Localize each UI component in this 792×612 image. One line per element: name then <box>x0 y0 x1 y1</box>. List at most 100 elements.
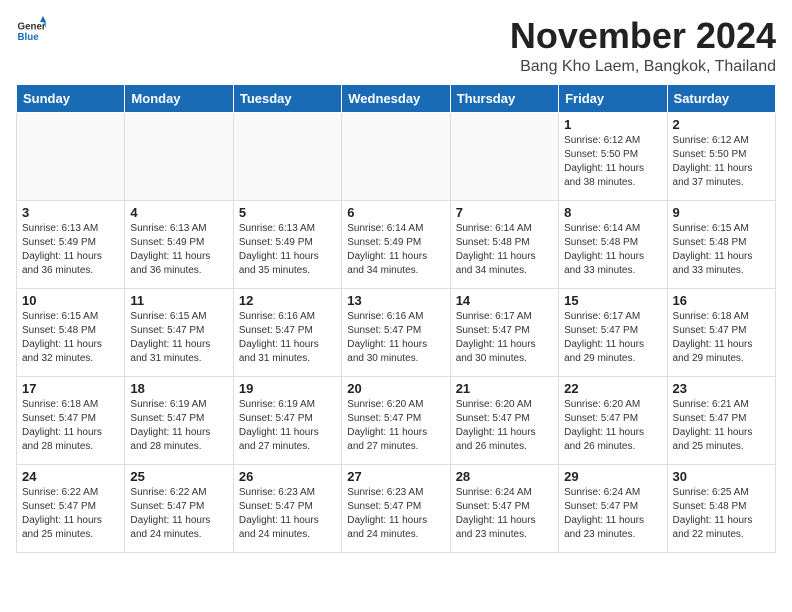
calendar-cell: 1 Sunrise: 6:12 AM Sunset: 5:50 PM Daylig… <box>559 112 667 200</box>
day-number: 27 <box>347 469 444 484</box>
calendar-week-row: 1 Sunrise: 6:12 AM Sunset: 5:50 PM Daylig… <box>17 112 776 200</box>
cell-info: Sunrise: 6:13 AM Sunset: 5:49 PM Dayligh… <box>130 222 227 278</box>
cell-info: Sunrise: 6:23 AM Sunset: 5:47 PM Dayligh… <box>239 486 336 542</box>
calendar-cell: 16 Sunrise: 6:18 AM Sunset: 5:47 PM Dayli… <box>667 288 775 376</box>
day-number: 21 <box>456 381 553 396</box>
day-of-week-header: Wednesday <box>342 84 450 112</box>
day-number: 6 <box>347 205 444 220</box>
calendar-header-row: SundayMondayTuesdayWednesdayThursdayFrid… <box>17 84 776 112</box>
day-number: 7 <box>456 205 553 220</box>
day-number: 20 <box>347 381 444 396</box>
calendar-cell: 4 Sunrise: 6:13 AM Sunset: 5:49 PM Daylig… <box>125 200 233 288</box>
calendar-cell: 8 Sunrise: 6:14 AM Sunset: 5:48 PM Daylig… <box>559 200 667 288</box>
cell-info: Sunrise: 6:18 AM Sunset: 5:47 PM Dayligh… <box>22 398 119 454</box>
calendar-cell <box>450 112 558 200</box>
calendar-cell <box>342 112 450 200</box>
svg-text:General: General <box>18 22 47 33</box>
cell-info: Sunrise: 6:16 AM Sunset: 5:47 PM Dayligh… <box>239 310 336 366</box>
day-number: 8 <box>564 205 661 220</box>
cell-info: Sunrise: 6:18 AM Sunset: 5:47 PM Dayligh… <box>673 310 770 366</box>
calendar-cell <box>17 112 125 200</box>
calendar-table: SundayMondayTuesdayWednesdayThursdayFrid… <box>16 84 776 553</box>
calendar-cell: 25 Sunrise: 6:22 AM Sunset: 5:47 PM Dayli… <box>125 464 233 552</box>
cell-info: Sunrise: 6:22 AM Sunset: 5:47 PM Dayligh… <box>130 486 227 542</box>
cell-info: Sunrise: 6:21 AM Sunset: 5:47 PM Dayligh… <box>673 398 770 454</box>
calendar-cell: 27 Sunrise: 6:23 AM Sunset: 5:47 PM Dayli… <box>342 464 450 552</box>
cell-info: Sunrise: 6:12 AM Sunset: 5:50 PM Dayligh… <box>564 134 661 190</box>
day-number: 23 <box>673 381 770 396</box>
day-number: 15 <box>564 293 661 308</box>
calendar-cell: 12 Sunrise: 6:16 AM Sunset: 5:47 PM Dayli… <box>233 288 341 376</box>
day-number: 16 <box>673 293 770 308</box>
cell-info: Sunrise: 6:19 AM Sunset: 5:47 PM Dayligh… <box>130 398 227 454</box>
cell-info: Sunrise: 6:19 AM Sunset: 5:47 PM Dayligh… <box>239 398 336 454</box>
cell-info: Sunrise: 6:17 AM Sunset: 5:47 PM Dayligh… <box>456 310 553 366</box>
calendar-cell: 15Sunrise: 6:17 AM Sunset: 5:47 PM Dayli… <box>559 288 667 376</box>
cell-info: Sunrise: 6:20 AM Sunset: 5:47 PM Dayligh… <box>564 398 661 454</box>
calendar-week-row: 10Sunrise: 6:15 AM Sunset: 5:48 PM Dayli… <box>17 288 776 376</box>
day-number: 25 <box>130 469 227 484</box>
day-of-week-header: Monday <box>125 84 233 112</box>
cell-info: Sunrise: 6:12 AM Sunset: 5:50 PM Dayligh… <box>673 134 770 190</box>
cell-info: Sunrise: 6:13 AM Sunset: 5:49 PM Dayligh… <box>239 222 336 278</box>
calendar-cell: 22 Sunrise: 6:20 AM Sunset: 5:47 PM Dayli… <box>559 376 667 464</box>
cell-info: Sunrise: 6:15 AM Sunset: 5:47 PM Dayligh… <box>130 310 227 366</box>
calendar-cell: 14 Sunrise: 6:17 AM Sunset: 5:47 PM Dayli… <box>450 288 558 376</box>
cell-info: Sunrise: 6:13 AM Sunset: 5:49 PM Dayligh… <box>22 222 119 278</box>
calendar-body: 1 Sunrise: 6:12 AM Sunset: 5:50 PM Daylig… <box>17 112 776 552</box>
cell-info: Sunrise: 6:20 AM Sunset: 5:47 PM Dayligh… <box>347 398 444 454</box>
day-number: 18 <box>130 381 227 396</box>
svg-text:Blue: Blue <box>18 32 40 43</box>
location-title: Bang Kho Laem, Bangkok, Thailand <box>510 58 776 76</box>
day-number: 11 <box>130 293 227 308</box>
cell-info: Sunrise: 6:14 AM Sunset: 5:49 PM Dayligh… <box>347 222 444 278</box>
title-area: November 2024 Bang Kho Laem, Bangkok, Th… <box>510 16 776 76</box>
day-number: 30 <box>673 469 770 484</box>
calendar-cell: 24 Sunrise: 6:22 AM Sunset: 5:47 PM Dayli… <box>17 464 125 552</box>
calendar-cell: 11 Sunrise: 6:15 AM Sunset: 5:47 PM Dayli… <box>125 288 233 376</box>
calendar-cell: 19 Sunrise: 6:19 AM Sunset: 5:47 PM Dayli… <box>233 376 341 464</box>
calendar-cell: 10Sunrise: 6:15 AM Sunset: 5:48 PM Dayli… <box>17 288 125 376</box>
cell-info: Sunrise: 6:15 AM Sunset: 5:48 PM Dayligh… <box>673 222 770 278</box>
day-number: 10 <box>22 293 119 308</box>
day-number: 26 <box>239 469 336 484</box>
day-number: 14 <box>456 293 553 308</box>
day-number: 17 <box>22 381 119 396</box>
calendar-week-row: 17 Sunrise: 6:18 AM Sunset: 5:47 PM Dayli… <box>17 376 776 464</box>
day-number: 4 <box>130 205 227 220</box>
calendar-cell: 26 Sunrise: 6:23 AM Sunset: 5:47 PM Dayli… <box>233 464 341 552</box>
day-number: 1 <box>564 117 661 132</box>
calendar-cell: 13Sunrise: 6:16 AM Sunset: 5:47 PM Dayli… <box>342 288 450 376</box>
calendar-cell: 9 Sunrise: 6:15 AM Sunset: 5:48 PM Daylig… <box>667 200 775 288</box>
day-of-week-header: Sunday <box>17 84 125 112</box>
day-number: 2 <box>673 117 770 132</box>
cell-info: Sunrise: 6:24 AM Sunset: 5:47 PM Dayligh… <box>564 486 661 542</box>
day-of-week-header: Friday <box>559 84 667 112</box>
month-title: November 2024 <box>510 16 776 56</box>
header: General Blue November 2024 Bang Kho Laem… <box>16 16 776 76</box>
cell-info: Sunrise: 6:25 AM Sunset: 5:48 PM Dayligh… <box>673 486 770 542</box>
day-of-week-header: Saturday <box>667 84 775 112</box>
calendar-week-row: 3Sunrise: 6:13 AM Sunset: 5:49 PM Daylig… <box>17 200 776 288</box>
day-of-week-header: Thursday <box>450 84 558 112</box>
cell-info: Sunrise: 6:23 AM Sunset: 5:47 PM Dayligh… <box>347 486 444 542</box>
day-number: 9 <box>673 205 770 220</box>
cell-info: Sunrise: 6:22 AM Sunset: 5:47 PM Dayligh… <box>22 486 119 542</box>
day-number: 28 <box>456 469 553 484</box>
day-number: 19 <box>239 381 336 396</box>
calendar-cell: 3Sunrise: 6:13 AM Sunset: 5:49 PM Daylig… <box>17 200 125 288</box>
calendar-cell: 17 Sunrise: 6:18 AM Sunset: 5:47 PM Dayli… <box>17 376 125 464</box>
day-number: 12 <box>239 293 336 308</box>
calendar-cell: 29 Sunrise: 6:24 AM Sunset: 5:47 PM Dayli… <box>559 464 667 552</box>
cell-info: Sunrise: 6:14 AM Sunset: 5:48 PM Dayligh… <box>564 222 661 278</box>
day-number: 5 <box>239 205 336 220</box>
day-number: 22 <box>564 381 661 396</box>
day-number: 24 <box>22 469 119 484</box>
calendar-cell: 7Sunrise: 6:14 AM Sunset: 5:48 PM Daylig… <box>450 200 558 288</box>
cell-info: Sunrise: 6:24 AM Sunset: 5:47 PM Dayligh… <box>456 486 553 542</box>
day-number: 29 <box>564 469 661 484</box>
calendar-cell: 21Sunrise: 6:20 AM Sunset: 5:47 PM Dayli… <box>450 376 558 464</box>
calendar-cell: 30 Sunrise: 6:25 AM Sunset: 5:48 PM Dayli… <box>667 464 775 552</box>
calendar-cell: 2 Sunrise: 6:12 AM Sunset: 5:50 PM Daylig… <box>667 112 775 200</box>
day-number: 13 <box>347 293 444 308</box>
